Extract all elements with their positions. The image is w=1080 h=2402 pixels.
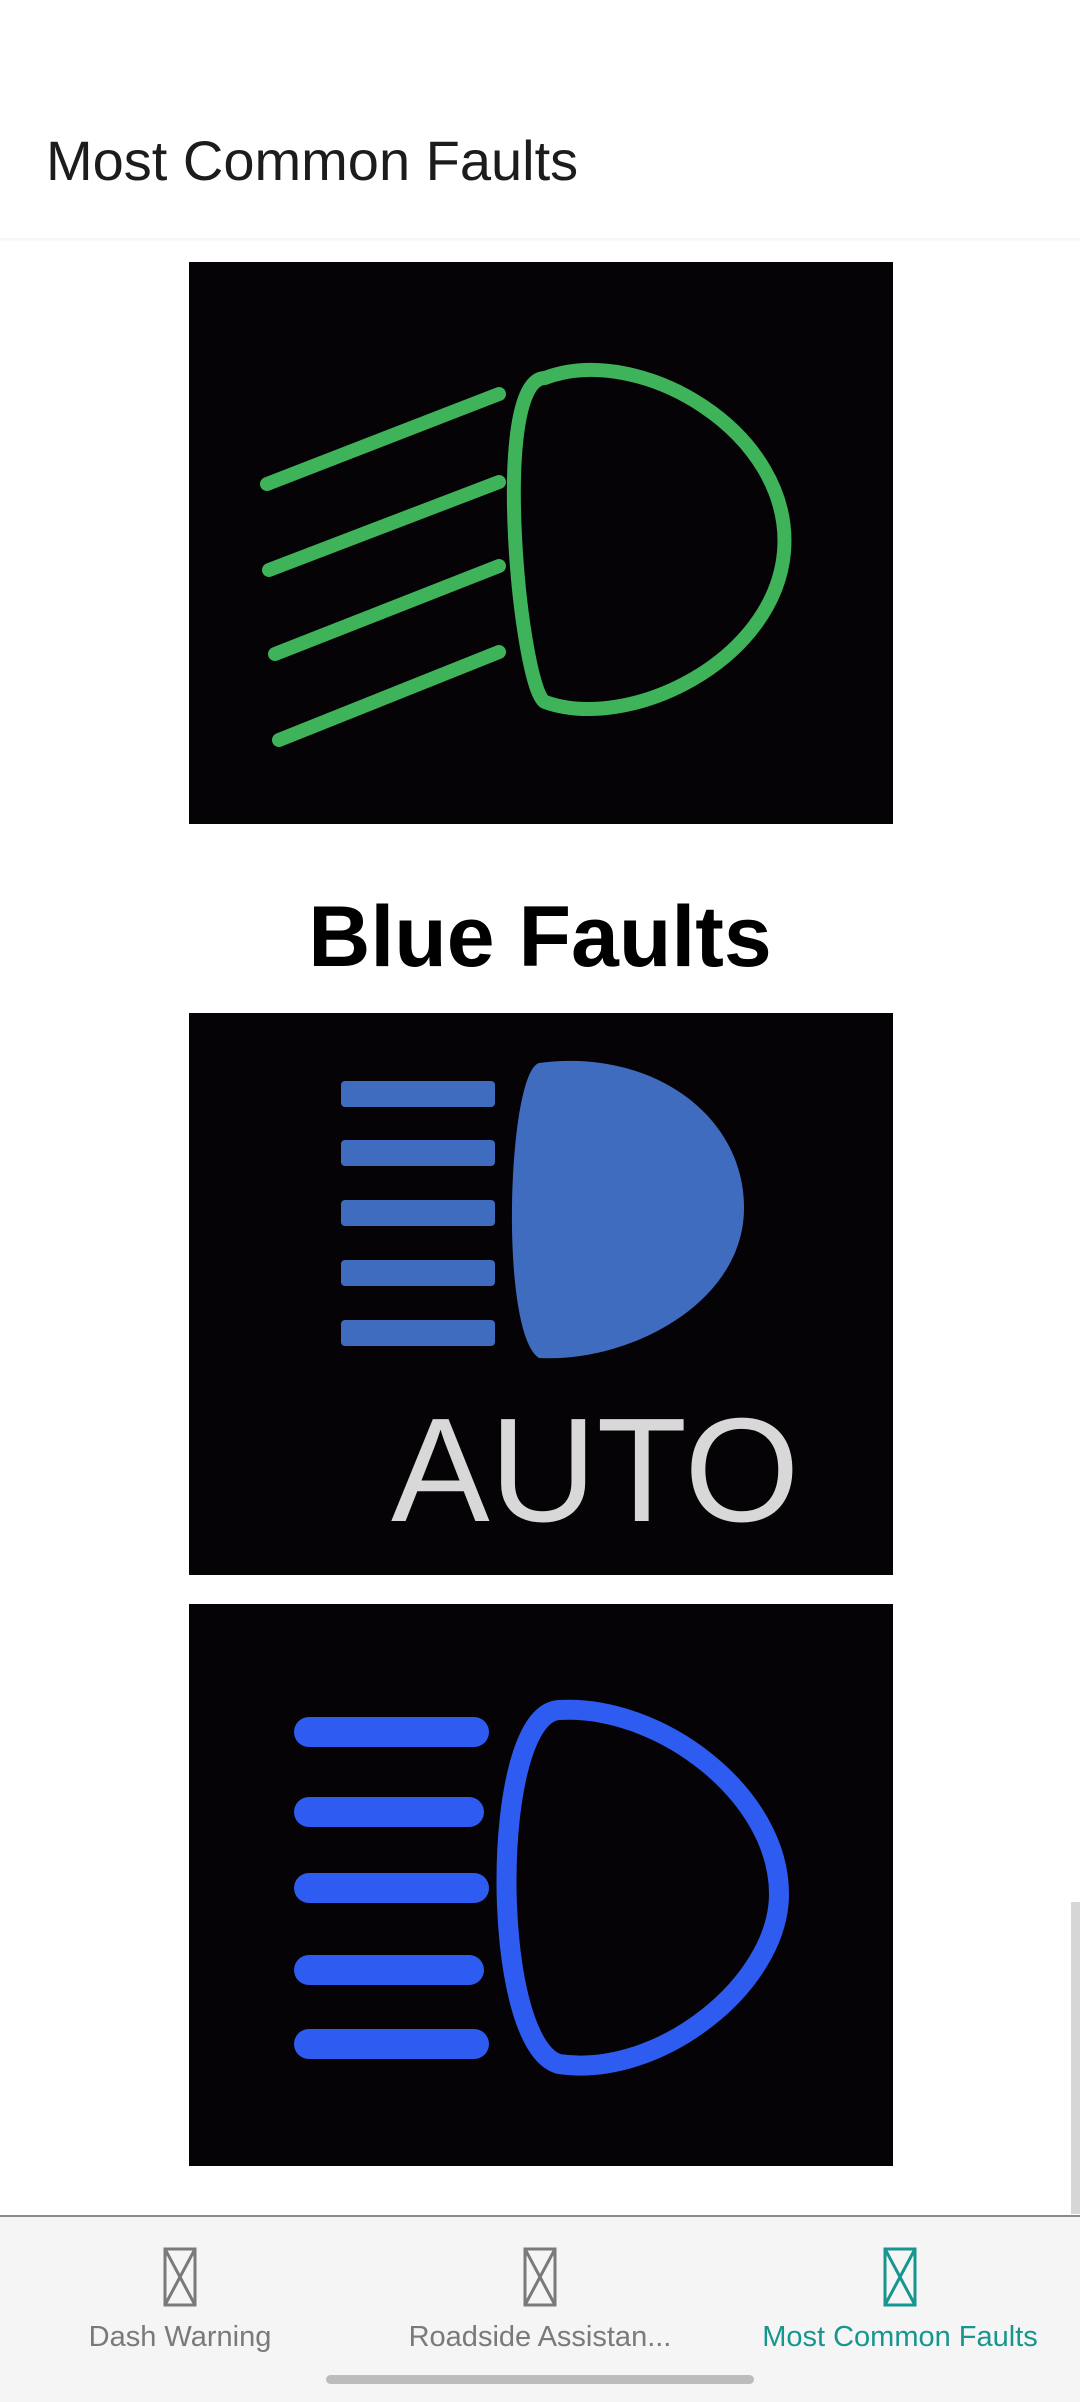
nav-item-dash-warning[interactable]: Dash Warning [0,2217,360,2402]
nav-label: Most Common Faults [762,2321,1038,2353]
app-bar: Most Common Faults [0,0,1080,238]
page-title: Most Common Faults [46,129,579,192]
nav-label: Dash Warning [88,2321,272,2353]
nav-item-most-common-faults[interactable]: Most Common Faults [720,2217,1080,2402]
nav-label: Roadside Assistan... [408,2321,672,2353]
blue-high-beam-icon [294,1699,790,2076]
section-heading-blue-faults: Blue Faults [308,889,772,985]
auto-caption: AUTO [391,1388,799,1553]
broken-image-icon [163,2247,197,2307]
faults-list[interactable]: Blue Faults AUTO [0,238,1080,2215]
green-headlight-icon [260,363,792,747]
bottom-navigation: Dash Warning Roadside Assistan... Most C… [0,2215,1080,2402]
fault-image-auto-headlight[interactable]: AUTO [189,1013,893,1575]
blue-auto-headlight-icon: AUTO [341,1060,799,1553]
home-indicator[interactable] [326,2375,754,2384]
fault-image-blue-high-beam[interactable] [189,1604,893,2166]
scrollbar[interactable] [1071,1902,1080,2214]
fault-image-green-headlight[interactable] [189,262,893,824]
broken-image-icon [883,2247,917,2307]
broken-image-icon [523,2247,557,2307]
